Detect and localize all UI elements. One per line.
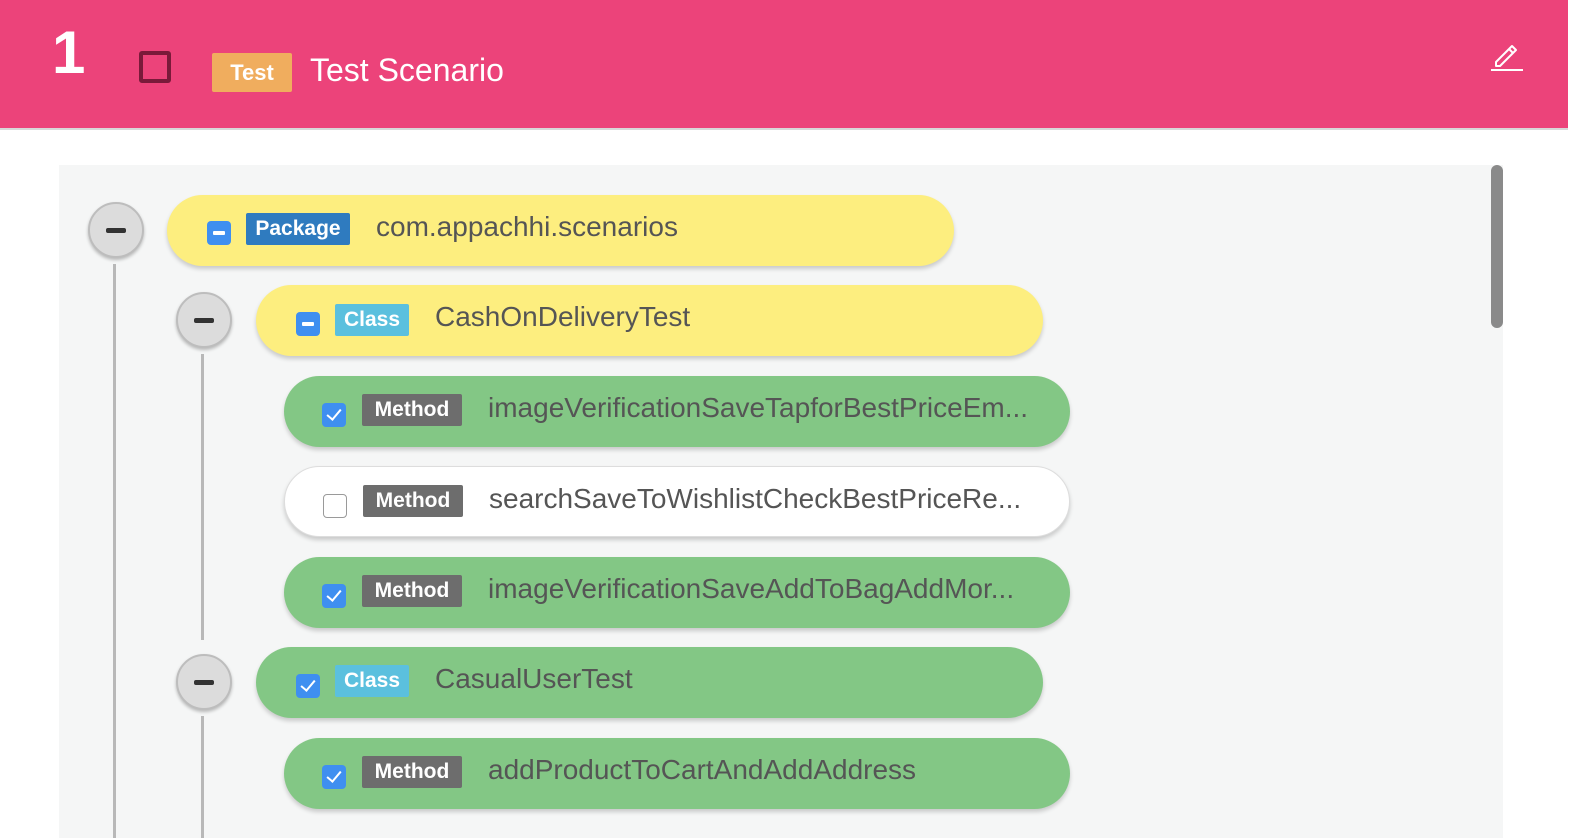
class-name: CasualUserTest	[435, 663, 633, 694]
class-name: CashOnDeliveryTest	[435, 301, 691, 332]
method-name: imageVerificationSaveAddToBagAddMor...	[488, 573, 1015, 604]
method-node[interactable]: Method imageVerificationSaveAddToBagAddM…	[284, 557, 1070, 628]
method-badge: Method	[362, 394, 462, 426]
class-badge: Class	[335, 304, 409, 336]
collapse-package-button[interactable]	[88, 202, 144, 258]
method-name: imageVerificationSaveTapforBestPriceEm..…	[488, 392, 1029, 423]
class-checkbox[interactable]	[296, 312, 320, 336]
package-connector-line	[113, 264, 116, 838]
package-node[interactable]: Package com.appachhi.scenarios	[167, 195, 954, 266]
method-name: searchSaveToWishlistCheckBestPriceRe...	[489, 483, 1022, 514]
method-checkbox[interactable]	[322, 403, 346, 427]
scenario-header: 1 Test Test Scenario	[0, 0, 1568, 130]
class-connector-line	[201, 716, 204, 838]
method-checkbox[interactable]	[322, 765, 346, 789]
package-badge: Package	[246, 213, 350, 245]
package-name: com.appachhi.scenarios	[376, 211, 678, 242]
method-checkbox[interactable]	[323, 494, 347, 518]
method-badge: Method	[362, 756, 462, 788]
method-node[interactable]: Method imageVerificationSaveTapforBestPr…	[284, 376, 1070, 447]
collapse-class-button[interactable]	[176, 292, 232, 348]
method-node[interactable]: Method searchSaveToWishlistCheckBestPric…	[284, 466, 1070, 537]
package-checkbox[interactable]	[207, 221, 231, 245]
class-connector-line	[201, 354, 204, 640]
method-badge: Method	[363, 485, 463, 517]
method-badge: Method	[362, 575, 462, 607]
scrollbar[interactable]	[1491, 165, 1503, 328]
class-node[interactable]: Class CasualUserTest	[256, 647, 1043, 718]
class-node[interactable]: Class CashOnDeliveryTest	[256, 285, 1043, 356]
scenario-title: Test Scenario	[310, 52, 504, 88]
minus-icon	[194, 680, 214, 685]
test-type-badge: Test	[212, 53, 292, 92]
pencil-icon[interactable]	[1488, 36, 1524, 72]
scenario-number: 1	[52, 19, 86, 86]
scenario-select-checkbox[interactable]	[139, 51, 171, 83]
minus-icon	[106, 228, 126, 233]
method-node[interactable]: Method addProductToCartAndAddAddress	[284, 738, 1070, 809]
minus-icon	[194, 318, 214, 323]
collapse-class-button[interactable]	[176, 654, 232, 710]
method-checkbox[interactable]	[322, 584, 346, 608]
method-name: addProductToCartAndAddAddress	[488, 754, 917, 785]
class-checkbox[interactable]	[296, 674, 320, 698]
class-badge: Class	[335, 665, 409, 697]
